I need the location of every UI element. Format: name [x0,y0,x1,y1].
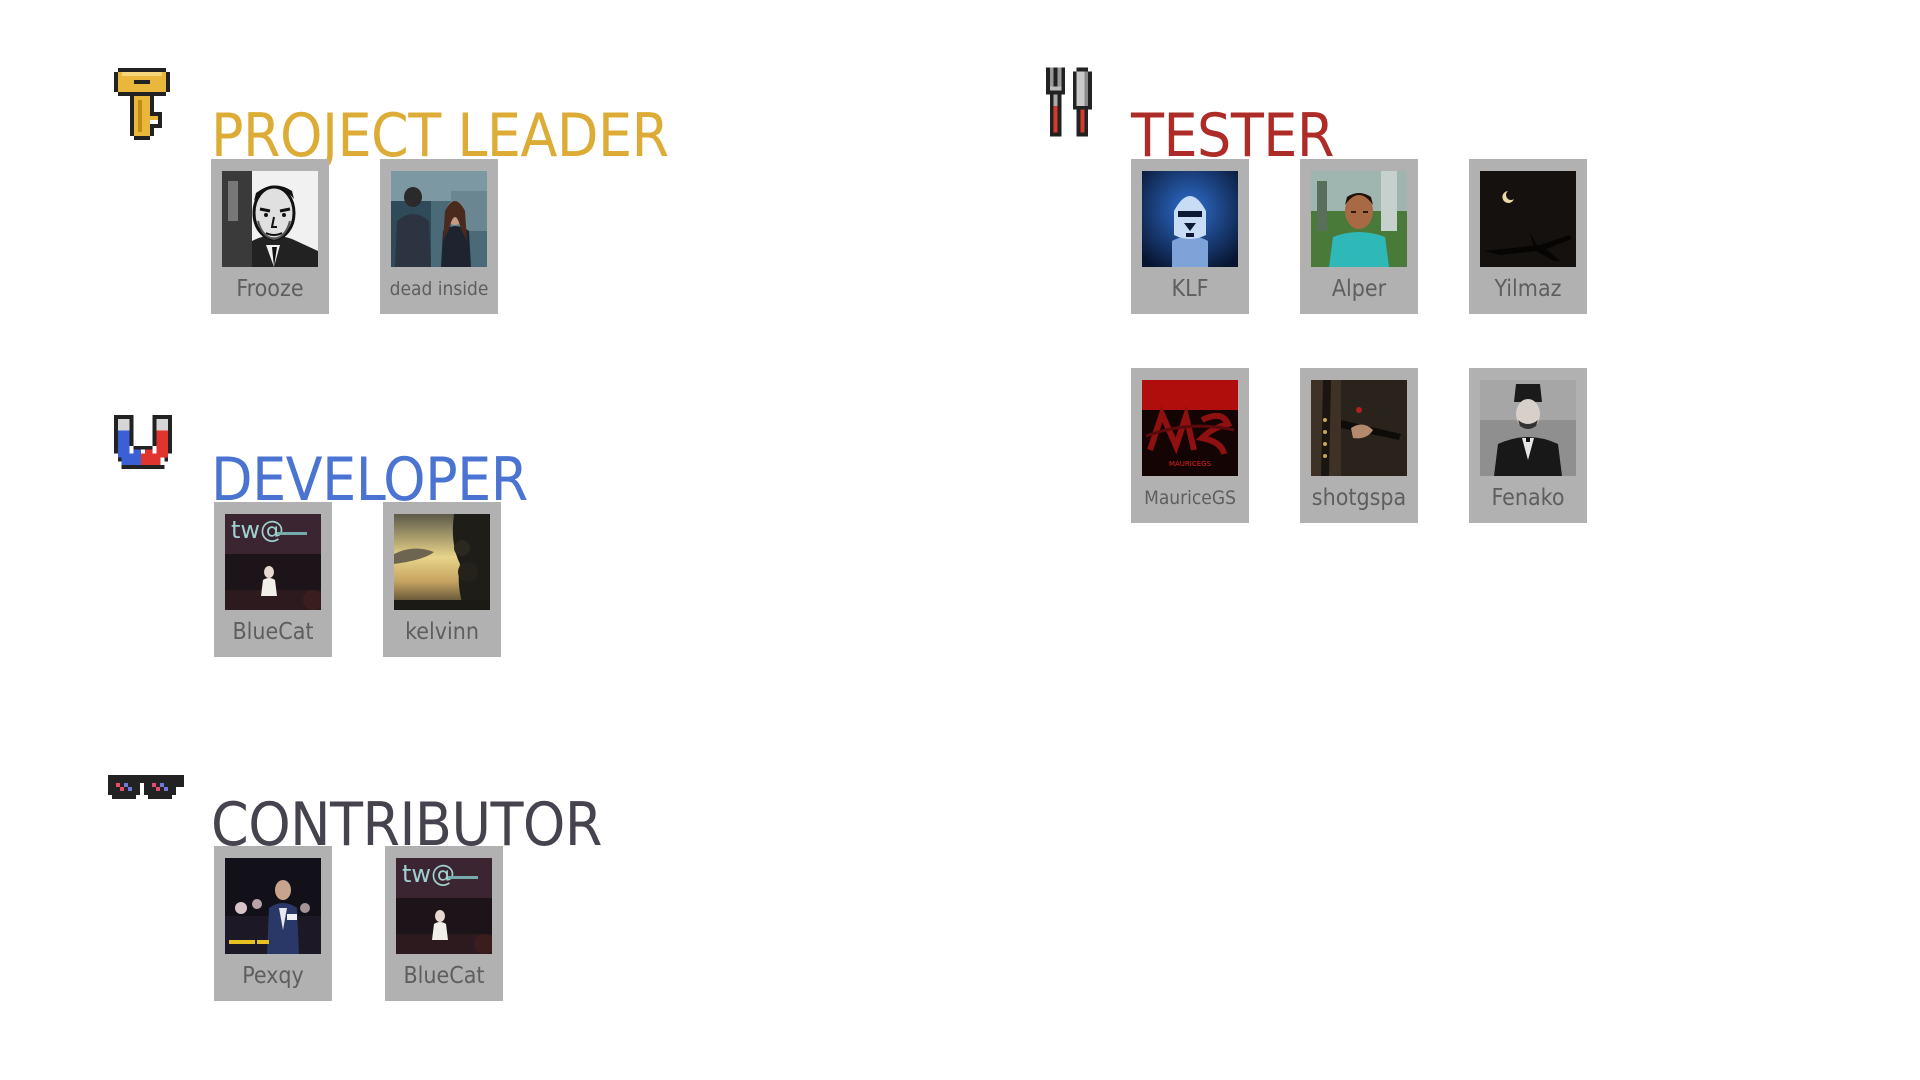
developer-section: DEVELOPER tw@ BlueCat kelvinn [110,402,860,657]
crowd-avatar [225,858,321,954]
game-character-avatar [1311,171,1407,267]
member-name: Yilmaz [1494,276,1562,302]
red-logo-avatar: MAURICEGS [1142,380,1238,476]
member-name: KLF [1171,276,1209,302]
fork-knife-icon [1046,67,1092,137]
member-card-bluecat[interactable]: tw@ BlueCat [214,502,332,657]
member-card-frooze[interactable]: Frooze [211,159,329,314]
stage-tw-avatar: tw@ [225,514,321,610]
member-card-pexqy[interactable]: Pexqy [214,846,332,1001]
member-name: BlueCat [232,619,314,645]
member-card-dead-inside[interactable]: dead inside [380,159,498,314]
stage-tw-avatar: tw@ [396,858,492,954]
member-name: BlueCat [403,963,485,989]
tester-title: TESTER [1131,101,1334,172]
member-card-shotgspa[interactable]: shotgspa [1300,368,1418,523]
night-plane-avatar [1480,171,1576,267]
member-name: kelvinn [405,619,479,645]
project-leader-section: PROJECT LEADER Frooze dead inside [110,58,860,314]
trooper-avatar [1142,171,1238,267]
member-name: Frooze [236,276,304,302]
member-card-mauricegs[interactable]: MAURICEGS MauriceGS [1131,368,1249,523]
member-name: Fenako [1491,485,1565,511]
member-name: Alper [1331,276,1387,302]
developer-members: tw@ BlueCat kelvinn [214,502,670,657]
tester-header: TESTER [1030,58,1810,166]
member-card-klf[interactable]: KLF [1131,159,1249,314]
member-name: shotgspa [1311,485,1407,511]
pixel-sunglasses-icon [108,775,184,799]
project-leader-title: PROJECT LEADER [211,101,669,172]
vintage-portrait-avatar [1480,380,1576,476]
svg-text:tw@: tw@ [231,516,284,544]
svg-text:tw@: tw@ [402,860,455,888]
tester-section: TESTER KLF Alper Yilmaz MAURICEGS Mauric… [1030,58,1810,523]
member-card-yilmaz[interactable]: Yilmaz [1469,159,1587,314]
contributor-section: CONTRIBUTOR Pexqy tw@ BlueCat [108,747,860,1001]
contributor-header: CONTRIBUTOR [108,747,860,855]
noir-man-avatar [222,171,318,267]
gun-closeup-avatar [1311,380,1407,476]
project-leader-members: Frooze dead inside [211,159,667,314]
office-scene-avatar [391,171,487,267]
key-icon [114,68,170,140]
member-card-fenako[interactable]: Fenako [1469,368,1587,523]
developer-header: DEVELOPER [110,402,860,510]
svg-text:MAURICEGS: MAURICEGS [1169,460,1212,468]
tester-members: KLF Alper Yilmaz MAURICEGS MauriceGS sho… [1131,159,1587,523]
member-card-kelvinn[interactable]: kelvinn [383,502,501,657]
magnet-icon [114,414,172,470]
member-name: MauriceGS [1144,487,1236,509]
member-card-alper[interactable]: Alper [1300,159,1418,314]
member-name: dead inside [389,278,489,300]
contributor-members: Pexqy tw@ BlueCat [214,846,674,1001]
project-leader-header: PROJECT LEADER [110,58,860,166]
sunset-sky-avatar [394,514,490,610]
member-name: Pexqy [242,963,304,989]
member-card-bluecat-2[interactable]: tw@ BlueCat [385,846,503,1001]
